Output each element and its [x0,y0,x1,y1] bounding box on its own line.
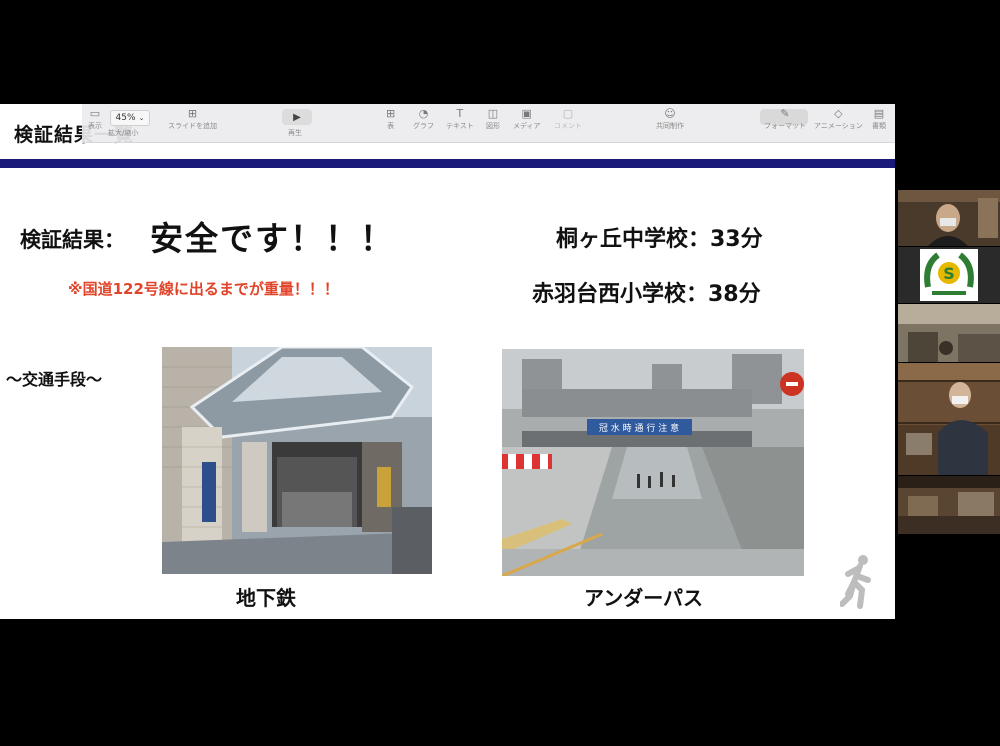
school-time-1: 桐ヶ丘中学校：33分 [556,227,763,252]
animate-icon: ◇ [834,107,843,120]
result-value: 安全です！！！ [150,219,395,258]
result-label: 検証結果： [20,228,125,252]
underpass-caption: アンダーパス [584,586,703,610]
format-icon: ✎ [780,107,790,120]
warning-note: ※国道122号線に出るまでが重量！！！ [68,280,339,298]
subway-caption: 地下鉄 [236,586,296,610]
add-slide-icon: ⊞ [187,107,198,120]
toolbar-chart[interactable]: ◔ グラフ [413,107,434,131]
shape-icon: ◫ [487,107,499,120]
toolbar-table[interactable]: ⊞ 表 [386,107,395,131]
presentation-slide: 検証結果一覧 ▭ 表示 45% ⌄ 拡大/縮小 ⊞ スライドを追加 ▶ 再生 ⊞… [0,104,895,619]
text-icon: T [456,107,464,120]
zoom-select[interactable]: 45% ⌄ [110,110,150,126]
chart-icon: ◔ [418,107,429,120]
participant-1-video [898,190,1000,246]
participant-5-video [898,476,1000,534]
toolbar-text[interactable]: T テキスト [446,107,474,131]
toolbar-play-label: 再生 [288,129,302,137]
comment-icon: ▢ [562,107,574,120]
transport-heading: 〜交通手段〜 [6,370,103,389]
svg-text:S: S [943,264,955,283]
toolbar-comment[interactable]: ▢ コメント [554,107,582,131]
school-emblem-logo: S [898,247,1000,303]
toolbar-media[interactable]: ▣ メディア [513,107,541,131]
play-icon: ▶ [293,111,301,123]
toolbar-animate[interactable]: ◇ アニメーション [814,107,863,131]
toolbar-add-slide[interactable]: ⊞ スライドを追加 [168,107,217,131]
toolbar-shape[interactable]: ◫ 図形 [486,107,500,131]
collaborate-icon: ☺ [664,107,676,120]
toolbar-view[interactable]: ▭ 表示 [88,107,102,131]
presentation-toolbar: ▭ 表示 45% ⌄ 拡大/縮小 ⊞ スライドを追加 ▶ 再生 ⊞ 表 ◔ グラ… [82,104,895,143]
zoom-label: 拡大/縮小 [108,129,139,137]
participant-3-video [898,304,1000,362]
subway-photo [162,347,432,574]
toolbar-collaborate[interactable]: ☺ 共同制作 [656,107,684,131]
title-divider [0,159,895,168]
sidebar-icon: ▭ [89,107,101,120]
document-icon: ▤ [873,107,885,120]
media-icon: ▣ [521,107,532,120]
toolbar-format[interactable]: ✎ フォーマット [764,107,806,131]
participant-2-video: S [898,247,1000,303]
school-time-2: 赤羽台西小学校：38分 [532,282,761,307]
toolbar-document[interactable]: ▤ 書類 [872,107,886,131]
play-button[interactable]: ▶ [282,109,312,125]
underpass-sign: 冠 水 時 通 行 注 意 [599,422,679,434]
participant-4-video [898,363,1000,475]
walking-person-icon [839,554,880,614]
underpass-photo: 冠 水 時 通 行 注 意 [502,349,804,576]
table-icon: ⊞ [386,107,396,120]
chevron-down-icon: ⌄ [138,114,145,122]
